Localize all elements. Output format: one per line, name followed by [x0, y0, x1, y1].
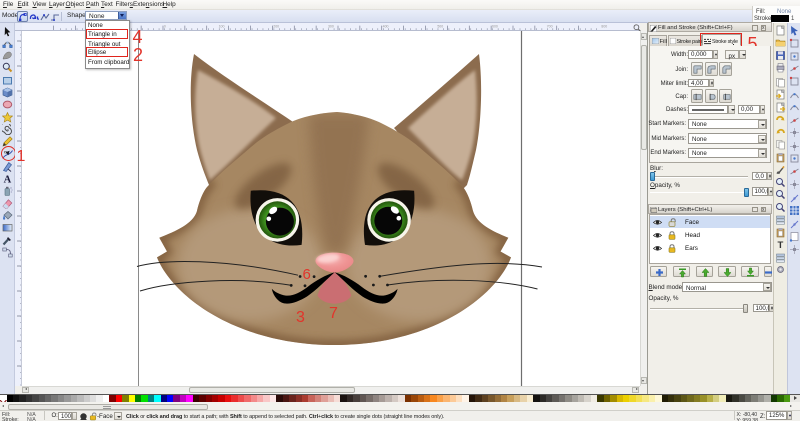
svg-text:700: 700: [547, 24, 553, 28]
svg-text:600: 600: [492, 24, 498, 28]
svg-text:500: 500: [437, 24, 443, 28]
svg-text:800: 800: [601, 24, 607, 28]
svg-text:0: 0: [164, 24, 166, 28]
svg-text:A: A: [4, 175, 12, 185]
svg-text:400: 400: [383, 24, 389, 28]
svg-text:100: 100: [219, 24, 225, 28]
svg-text:T: T: [777, 240, 783, 250]
svg-text:200: 200: [273, 24, 279, 28]
svg-text:300: 300: [328, 24, 334, 28]
